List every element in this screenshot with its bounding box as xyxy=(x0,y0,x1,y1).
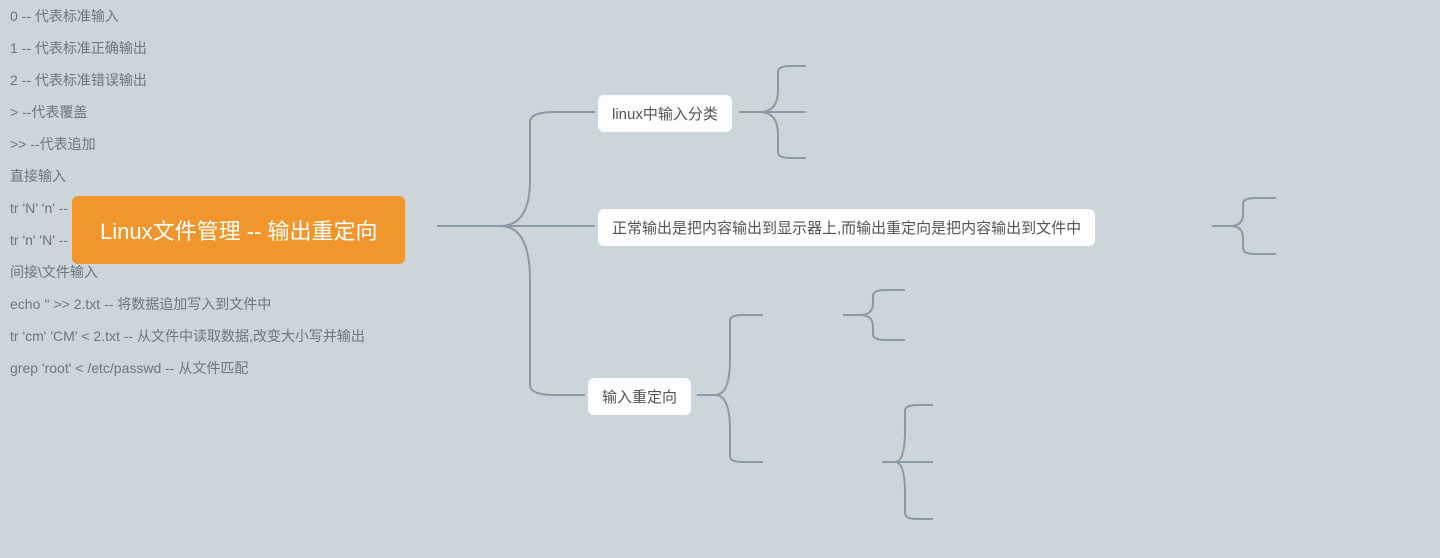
leaf-grep-file: grep 'root' < /etc/passwd -- 从文件匹配 xyxy=(0,352,1440,384)
leaf-stdout: 1 -- 代表标准正确输出 xyxy=(0,32,1440,64)
leaf-echo-append: echo '' >> 2.txt -- 将数据追加写入到文件中 xyxy=(0,288,1440,320)
branch-output-redirect[interactable]: 正常输出是把内容输出到显示器上,而输出重定向是把内容输出到文件中 xyxy=(598,209,1095,246)
leaf-append: >> --代表追加 xyxy=(0,128,1440,160)
sub-direct-input[interactable]: 直接输入 xyxy=(0,160,1440,192)
leaf-tr-file: tr 'cm' 'CM' < 2.txt -- 从文件中读取数据,改变大小写并输… xyxy=(0,320,1440,352)
leaf-stderr: 2 -- 代表标准错误输出 xyxy=(0,64,1440,96)
branch-input-types[interactable]: linux中输入分类 xyxy=(598,95,732,132)
leaf-stdin: 0 -- 代表标准输入 xyxy=(0,0,1440,32)
branch-input-redirect[interactable]: 输入重定向 xyxy=(588,378,691,415)
root-node[interactable]: Linux文件管理 -- 输出重定向 xyxy=(72,196,405,264)
